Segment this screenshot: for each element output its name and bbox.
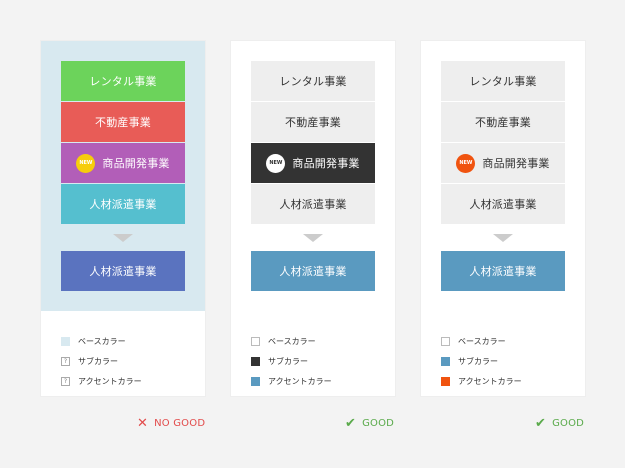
color-legend: ベースカラー ? サブカラー ? アクセントカラー	[61, 331, 191, 391]
menu-item-rental[interactable]: レンタル事業	[61, 61, 185, 101]
menu-item-label: 不動産事業	[475, 116, 531, 129]
new-badge-icon: NEW	[76, 153, 96, 173]
menu-item-label: 人材派遣事業	[279, 198, 347, 211]
menu-item-label: 人材派遣事業	[469, 198, 537, 211]
menu-item-rental[interactable]: レンタル事業	[251, 61, 375, 101]
base-color-swatch	[251, 336, 260, 346]
result-button[interactable]: 人材派遣事業	[441, 251, 565, 291]
menu-item-label: 商品開発事業	[482, 157, 550, 170]
result-label: 人材派遣事業	[469, 265, 537, 278]
color-legend: ベースカラー サブカラー アクセントカラー	[441, 331, 571, 391]
menu-item-product-dev[interactable]: NEW 商品開発事業	[251, 143, 375, 183]
unknown-color-swatch: ?	[61, 356, 70, 366]
cross-icon: ✕	[137, 416, 149, 431]
menu-item-label: レンタル事業	[89, 75, 157, 88]
verdict-label: GOOD	[362, 418, 395, 429]
legend-label: サブカラー	[458, 356, 498, 366]
example-card-good-orange: レンタル事業 不動産事業 NEW 商品開発事業 人材派遣事業 人材派遣事業 ベー…	[420, 40, 586, 397]
menu-preview: レンタル事業 不動産事業 NEW 商品開発事業 人材派遣事業 人材派遣事業	[421, 41, 585, 311]
legend-label: サブカラー	[78, 356, 118, 366]
menu-item-label: 人材派遣事業	[89, 198, 157, 211]
menu-item-product-dev[interactable]: NEW 商品開発事業	[61, 143, 185, 183]
down-arrow-icon	[113, 234, 133, 242]
new-badge-icon: NEW	[456, 153, 476, 173]
menu-item-label: 商品開発事業	[102, 157, 170, 170]
menu-item-product-dev[interactable]: NEW 商品開発事業	[441, 143, 565, 183]
verdict-no-good: ✕ NO GOOD	[137, 416, 205, 431]
menu-item-real-estate[interactable]: 不動産事業	[61, 102, 185, 142]
menu-item-label: レンタル事業	[469, 75, 537, 88]
legend-label: ベースカラー	[268, 336, 316, 346]
example-card-no-good: レンタル事業 不動産事業 NEW 商品開発事業 人材派遣事業 人材派遣事業 ベー…	[40, 40, 206, 397]
menu-item-label: 不動産事業	[285, 116, 341, 129]
menu-item-real-estate[interactable]: 不動産事業	[441, 102, 565, 142]
check-icon: ✔	[535, 416, 547, 431]
menu-item-rental[interactable]: レンタル事業	[441, 61, 565, 101]
sub-color-swatch	[441, 356, 450, 366]
verdict-label: GOOD	[552, 418, 585, 429]
result-button[interactable]: 人材派遣事業	[251, 251, 375, 291]
menu-item-staffing[interactable]: 人材派遣事業	[441, 184, 565, 224]
menu-item-staffing[interactable]: 人材派遣事業	[61, 184, 185, 224]
base-color-swatch	[441, 336, 450, 346]
base-color-swatch	[61, 336, 70, 346]
legend-row-accent: アクセントカラー	[441, 371, 571, 391]
example-card-good-dark: レンタル事業 不動産事業 NEW 商品開発事業 人材派遣事業 人材派遣事業 ベー…	[230, 40, 396, 397]
legend-label: サブカラー	[268, 356, 308, 366]
accent-color-swatch	[441, 376, 450, 386]
legend-label: アクセントカラー	[78, 376, 142, 386]
legend-row-sub: ? サブカラー	[61, 351, 191, 371]
verdict-good: ✔ GOOD	[345, 416, 394, 431]
down-arrow-icon	[493, 234, 513, 242]
legend-label: アクセントカラー	[268, 376, 332, 386]
result-button[interactable]: 人材派遣事業	[61, 251, 185, 291]
menu-preview: レンタル事業 不動産事業 NEW 商品開発事業 人材派遣事業 人材派遣事業	[231, 41, 395, 311]
verdict-good: ✔ GOOD	[535, 416, 584, 431]
check-icon: ✔	[345, 416, 357, 431]
legend-row-base: ベースカラー	[441, 331, 571, 351]
verdict-label: NO GOOD	[154, 418, 206, 429]
down-arrow-icon	[303, 234, 323, 242]
unknown-color-swatch: ?	[61, 376, 70, 386]
sub-color-swatch	[251, 356, 260, 366]
accent-color-swatch	[251, 376, 260, 386]
legend-row-sub: サブカラー	[251, 351, 381, 371]
menu-item-staffing[interactable]: 人材派遣事業	[251, 184, 375, 224]
color-legend: ベースカラー サブカラー アクセントカラー	[251, 331, 381, 391]
legend-label: ベースカラー	[78, 336, 126, 346]
menu-item-label: 商品開発事業	[292, 157, 360, 170]
menu-preview: レンタル事業 不動産事業 NEW 商品開発事業 人材派遣事業 人材派遣事業	[41, 41, 205, 311]
result-label: 人材派遣事業	[279, 265, 347, 278]
legend-row-sub: サブカラー	[441, 351, 571, 371]
menu-item-label: レンタル事業	[279, 75, 347, 88]
legend-row-accent: アクセントカラー	[251, 371, 381, 391]
menu-item-label: 不動産事業	[95, 116, 151, 129]
legend-row-accent: ? アクセントカラー	[61, 371, 191, 391]
legend-label: アクセントカラー	[458, 376, 522, 386]
new-badge-icon: NEW	[266, 153, 286, 173]
menu-item-real-estate[interactable]: 不動産事業	[251, 102, 375, 142]
legend-row-base: ベースカラー	[251, 331, 381, 351]
legend-label: ベースカラー	[458, 336, 506, 346]
legend-row-base: ベースカラー	[61, 331, 191, 351]
result-label: 人材派遣事業	[89, 265, 157, 278]
